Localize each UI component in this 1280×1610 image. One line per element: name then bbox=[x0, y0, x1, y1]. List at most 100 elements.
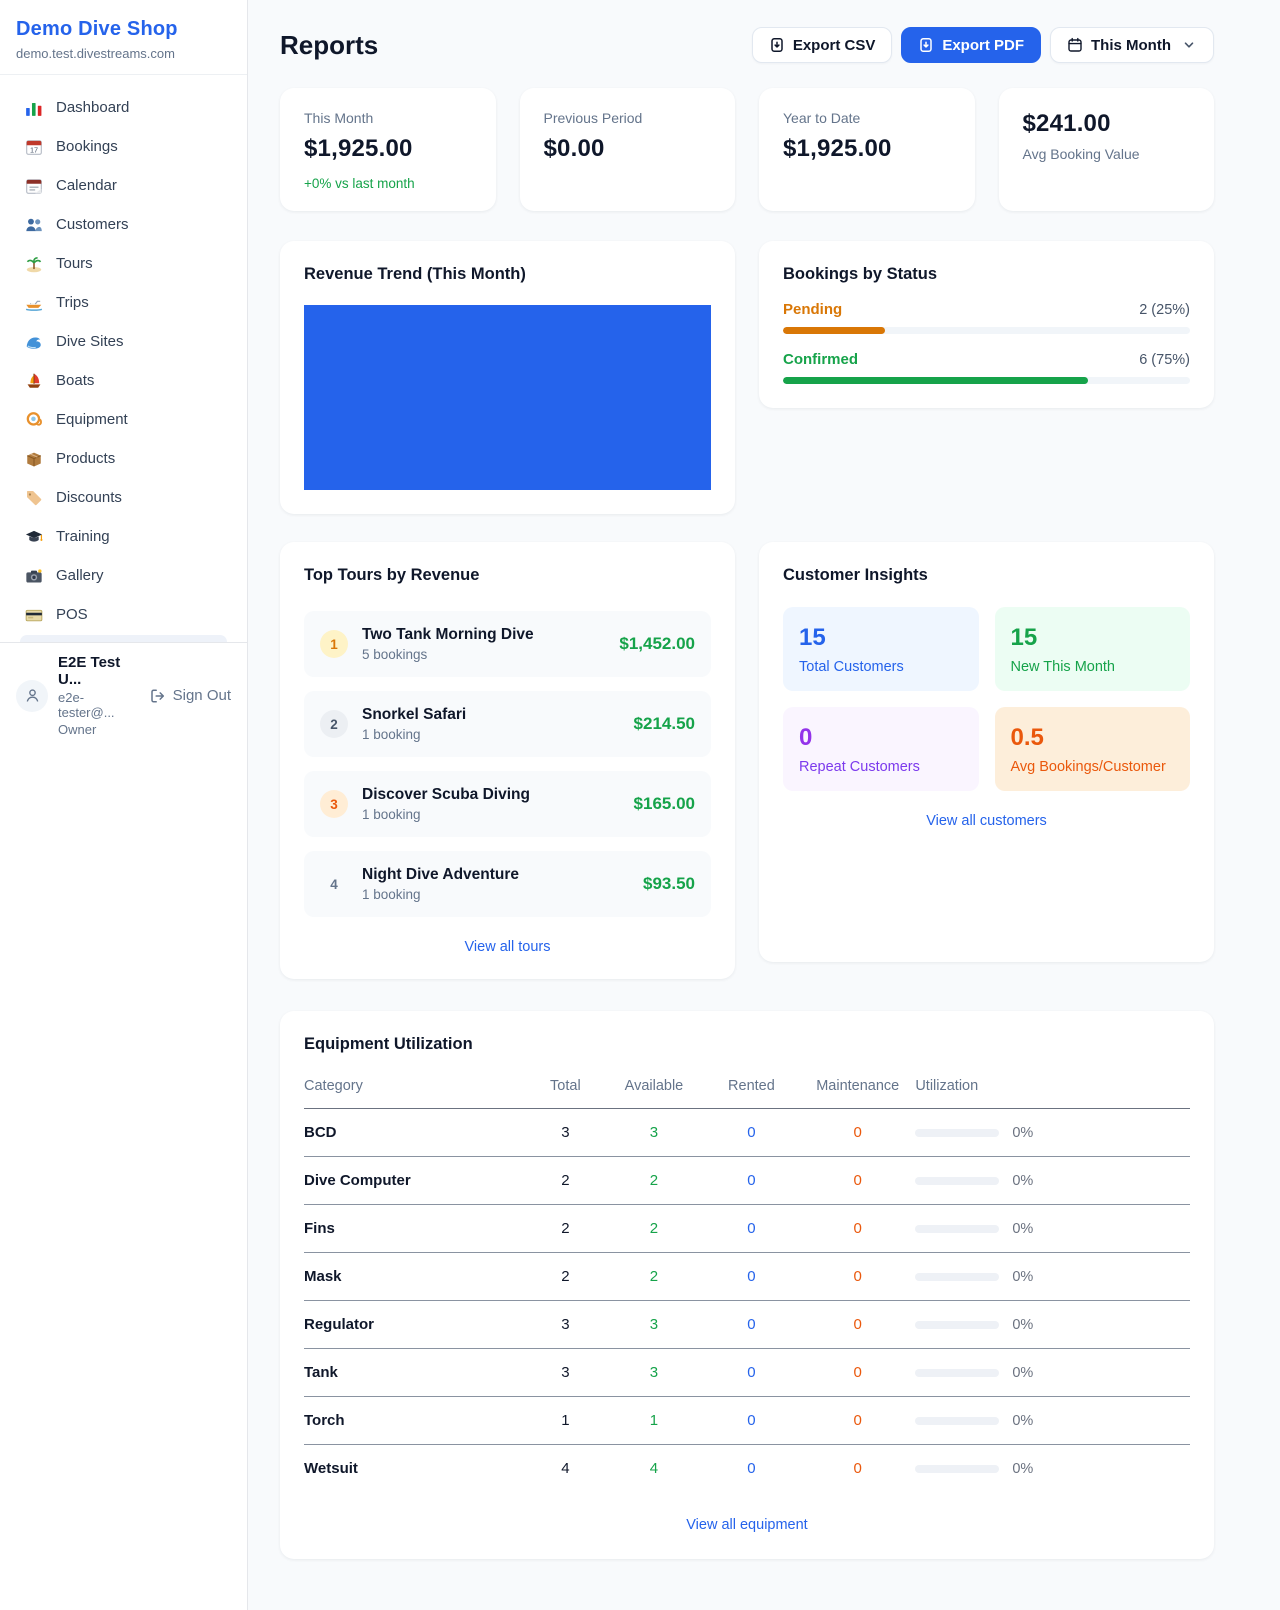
credit-card-icon bbox=[24, 605, 43, 624]
cell-category: Torch bbox=[304, 1397, 526, 1445]
equipment-utilization-card: Equipment Utilization Category Total Ava… bbox=[280, 1011, 1214, 1559]
tour-name: Night Dive Adventure bbox=[362, 866, 519, 884]
sidebar-item-label: Calendar bbox=[56, 177, 117, 194]
tour-row: 4 Night Dive Adventure 1 booking $93.50 bbox=[304, 851, 711, 917]
utilization-percent: 0% bbox=[1012, 1125, 1033, 1141]
cell-rented: 0 bbox=[703, 1301, 800, 1349]
cell-total: 2 bbox=[526, 1157, 606, 1205]
period-dropdown[interactable]: This Month bbox=[1050, 27, 1214, 63]
sidebar-item-equipment[interactable]: Equipment bbox=[12, 400, 235, 439]
tile-value: 0.5 bbox=[1011, 724, 1175, 752]
tile-label: New This Month bbox=[1011, 659, 1175, 675]
cell-maintenance: 0 bbox=[800, 1397, 915, 1445]
sidebar-item-gallery[interactable]: Gallery bbox=[12, 556, 235, 595]
cell-category: Mask bbox=[304, 1253, 526, 1301]
utilization-percent: 0% bbox=[1012, 1269, 1033, 1285]
app-root: Demo Dive Shop demo.test.divestreams.com… bbox=[0, 0, 1280, 1610]
stat-card-this-month: This Month $1,925.00 +0% vs last month bbox=[280, 88, 496, 211]
status-value: 2 (25%) bbox=[1139, 302, 1190, 318]
sidebar-item-label: Boats bbox=[56, 372, 94, 389]
view-all-equipment-link[interactable]: View all equipment bbox=[304, 1517, 1190, 1533]
file-download-icon bbox=[918, 37, 934, 53]
cell-category: Regulator bbox=[304, 1301, 526, 1349]
table-row: BCD 3 3 0 0 0% bbox=[304, 1109, 1190, 1157]
export-csv-label: Export CSV bbox=[793, 37, 876, 54]
utilization-percent: 0% bbox=[1012, 1173, 1033, 1189]
sidebar-item-calendar[interactable]: Calendar bbox=[12, 166, 235, 205]
shop-name: Demo Dive Shop bbox=[16, 18, 231, 41]
speedboat-icon bbox=[24, 293, 43, 312]
cell-maintenance: 0 bbox=[800, 1109, 915, 1157]
bookings-by-status-card: Bookings by Status Pending 2 (25%) Confi… bbox=[759, 241, 1214, 408]
export-csv-button[interactable]: Export CSV bbox=[752, 27, 893, 63]
card-title: Revenue Trend (This Month) bbox=[304, 265, 711, 284]
sidebar-item-label: POS bbox=[56, 606, 88, 623]
user-role: Owner bbox=[58, 722, 140, 737]
sidebar-item-boats[interactable]: Boats bbox=[12, 361, 235, 400]
camera-icon bbox=[24, 566, 43, 585]
table-row: Mask 2 2 0 0 0% bbox=[304, 1253, 1190, 1301]
tile-label: Repeat Customers bbox=[799, 759, 963, 775]
sidebar: Demo Dive Shop demo.test.divestreams.com… bbox=[0, 0, 248, 1610]
sidebar-item-tours[interactable]: Tours bbox=[12, 244, 235, 283]
status-label: Pending bbox=[783, 301, 842, 318]
export-pdf-button[interactable]: Export PDF bbox=[901, 27, 1041, 63]
charts-row: Revenue Trend (This Month) Bookings by S… bbox=[280, 241, 1214, 514]
utilization-percent: 0% bbox=[1012, 1221, 1033, 1237]
table-row: Fins 2 2 0 0 0% bbox=[304, 1205, 1190, 1253]
sidebar-item-discounts[interactable]: Discounts bbox=[12, 478, 235, 517]
sidebar-item-dive-sites[interactable]: Dive Sites bbox=[12, 322, 235, 361]
cell-category: Wetsuit bbox=[304, 1445, 526, 1496]
calendar-icon bbox=[24, 176, 43, 195]
stat-value: $241.00 bbox=[1023, 110, 1191, 138]
column-header-utilization: Utilization bbox=[915, 1068, 1190, 1109]
view-all-tours-link[interactable]: View all tours bbox=[304, 939, 711, 955]
cell-total: 2 bbox=[526, 1253, 606, 1301]
rank-badge: 1 bbox=[320, 630, 348, 658]
column-header-rented: Rented bbox=[703, 1068, 800, 1109]
svg-text:17: 17 bbox=[29, 145, 37, 154]
revenue-trend-chart bbox=[304, 305, 711, 490]
stat-card-avg-booking-value: $241.00 Avg Booking Value bbox=[999, 88, 1215, 211]
period-label: This Month bbox=[1091, 37, 1171, 54]
sidebar-item-label: Equipment bbox=[56, 411, 128, 428]
sidebar-item-reports[interactable] bbox=[20, 635, 227, 642]
tag-icon bbox=[24, 488, 43, 507]
tour-amount: $165.00 bbox=[634, 794, 695, 814]
cell-rented: 0 bbox=[703, 1109, 800, 1157]
progress-fill-confirmed bbox=[783, 377, 1088, 384]
sidebar-item-label: Discounts bbox=[56, 489, 122, 506]
file-download-icon bbox=[769, 37, 785, 53]
status-value: 6 (75%) bbox=[1139, 352, 1190, 368]
utilization-track bbox=[915, 1225, 999, 1233]
tile-value: 15 bbox=[1011, 624, 1175, 652]
sidebar-item-label: Products bbox=[56, 450, 115, 467]
sidebar-item-dashboard[interactable]: Dashboard bbox=[12, 88, 235, 127]
sidebar-item-pos[interactable]: POS bbox=[12, 595, 235, 634]
sidebar-item-training[interactable]: Training bbox=[12, 517, 235, 556]
card-title: Bookings by Status bbox=[783, 265, 1190, 284]
sign-out-button[interactable]: Sign Out bbox=[150, 687, 231, 704]
cell-category: Dive Computer bbox=[304, 1157, 526, 1205]
tour-bookings: 1 booking bbox=[362, 727, 466, 742]
cell-category: BCD bbox=[304, 1109, 526, 1157]
sidebar-item-label: Training bbox=[56, 528, 110, 545]
cell-rented: 0 bbox=[703, 1445, 800, 1496]
cell-available: 2 bbox=[605, 1157, 702, 1205]
sidebar-item-bookings[interactable]: 17 Bookings bbox=[12, 127, 235, 166]
stat-card-previous-period: Previous Period $0.00 bbox=[520, 88, 736, 211]
utilization-percent: 0% bbox=[1012, 1413, 1033, 1429]
wave-icon bbox=[24, 332, 43, 351]
cell-available: 2 bbox=[605, 1253, 702, 1301]
sidebar-item-products[interactable]: Products bbox=[12, 439, 235, 478]
sidebar-item-customers[interactable]: Customers bbox=[12, 205, 235, 244]
cell-rented: 0 bbox=[703, 1349, 800, 1397]
table-row: Dive Computer 2 2 0 0 0% bbox=[304, 1157, 1190, 1205]
sidebar-item-trips[interactable]: Trips bbox=[12, 283, 235, 322]
cell-maintenance: 0 bbox=[800, 1445, 915, 1496]
chevron-down-icon bbox=[1181, 37, 1197, 53]
stat-value: $0.00 bbox=[544, 135, 712, 163]
stat-card-year-to-date: Year to Date $1,925.00 bbox=[759, 88, 975, 211]
column-header-maintenance: Maintenance bbox=[800, 1068, 915, 1109]
view-all-customers-link[interactable]: View all customers bbox=[783, 813, 1190, 829]
